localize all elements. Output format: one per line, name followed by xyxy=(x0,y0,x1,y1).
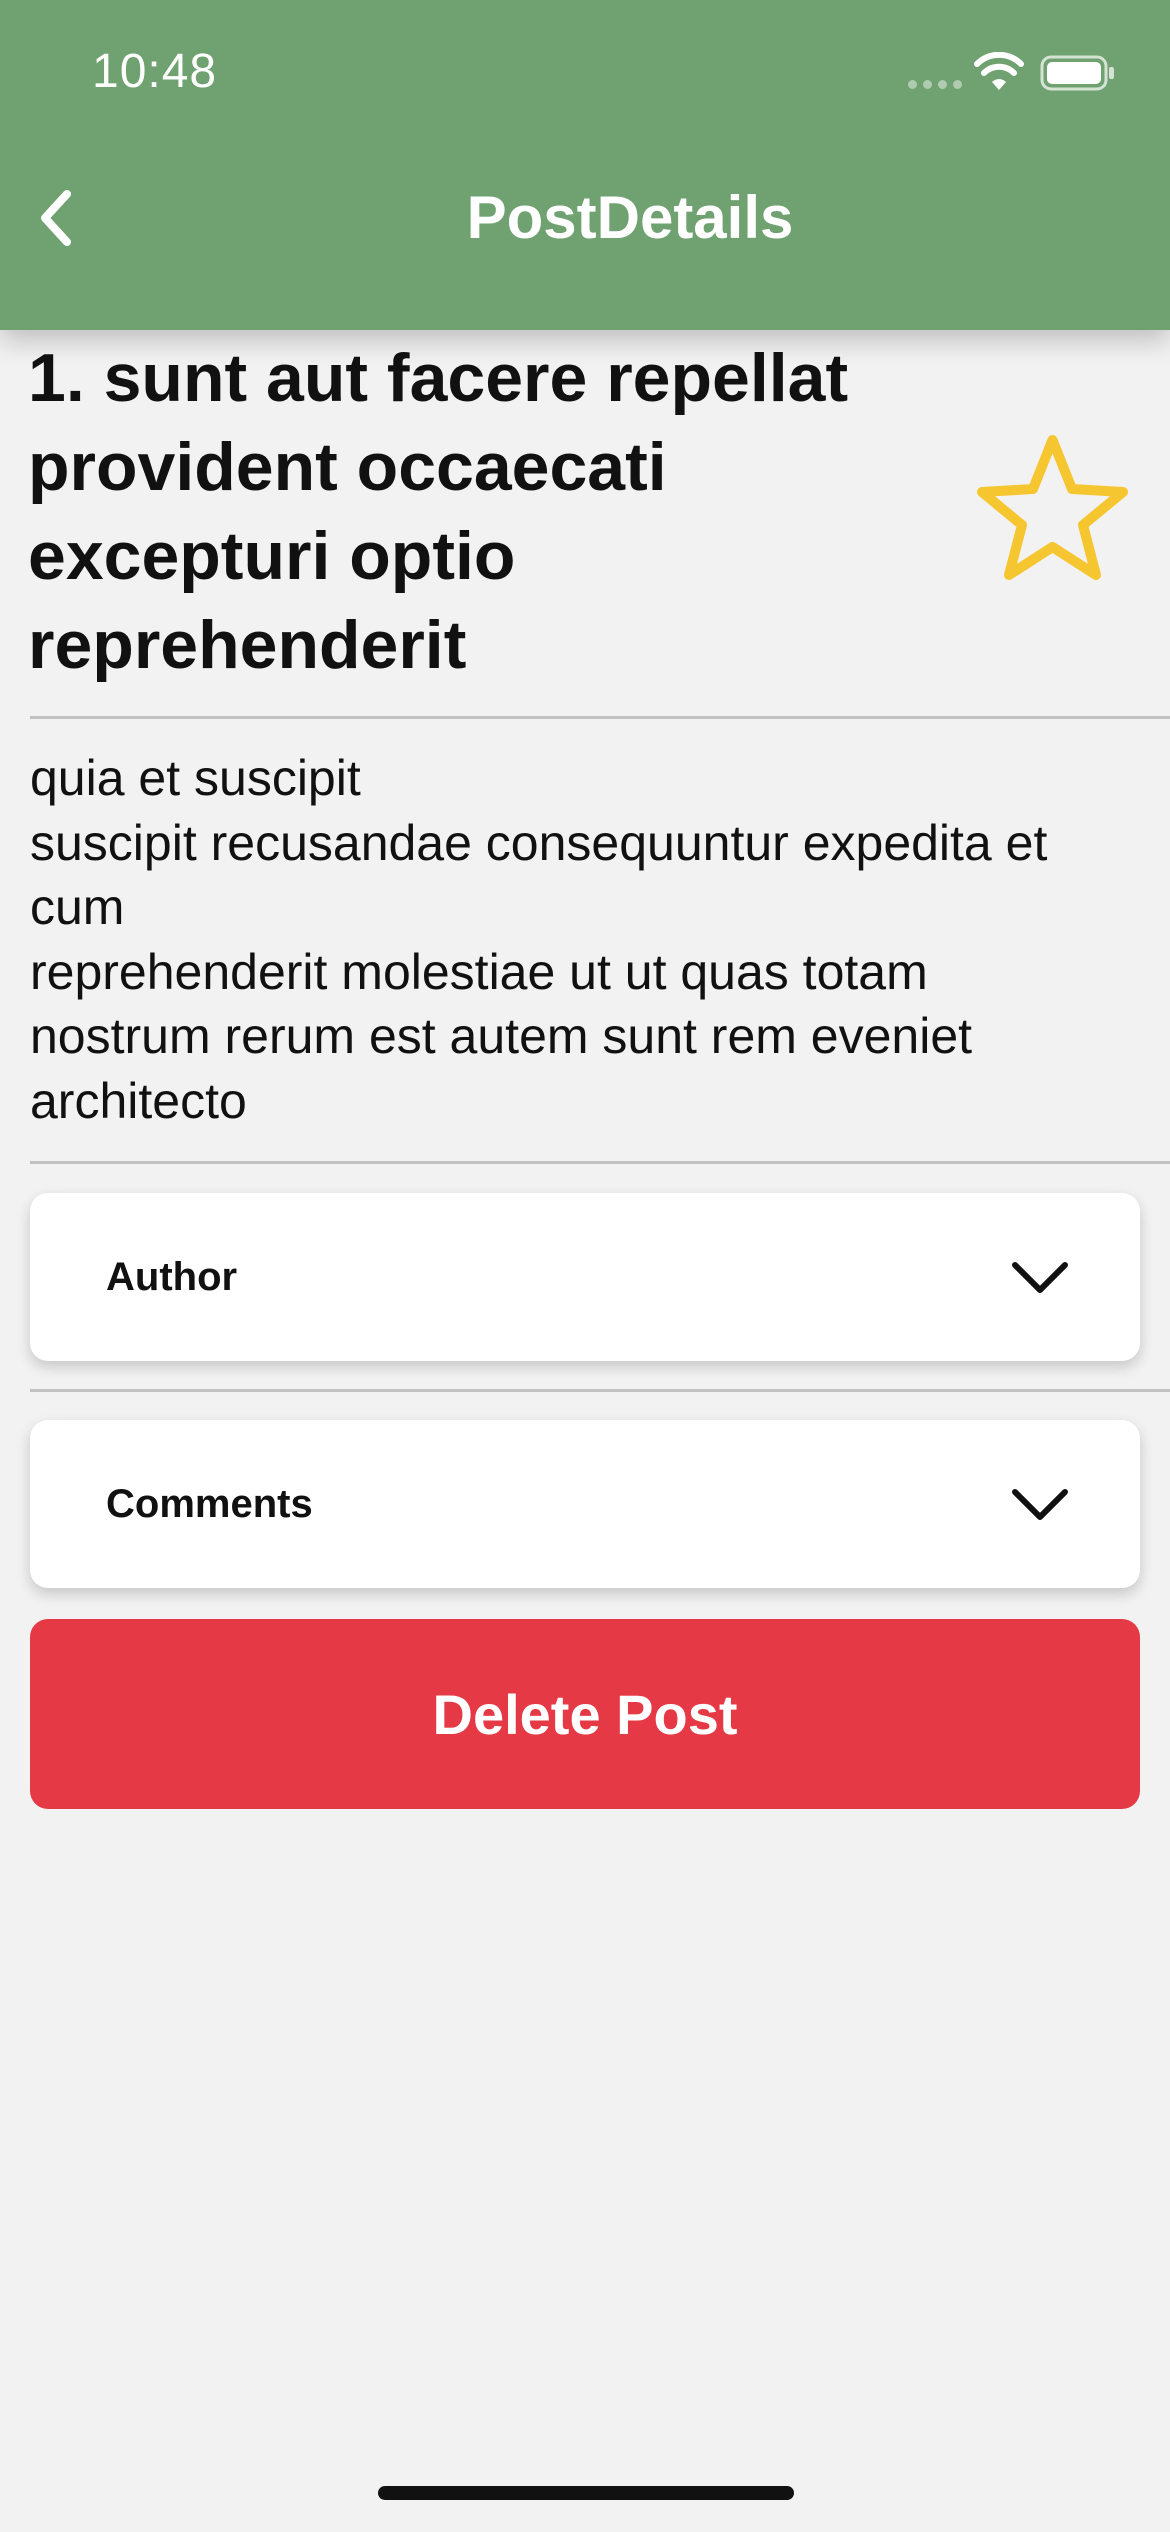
star-outline-icon xyxy=(977,435,1128,580)
cellular-signal-icon xyxy=(908,80,962,89)
delete-post-button[interactable]: Delete Post xyxy=(30,1619,1140,1809)
favorite-button[interactable] xyxy=(970,428,1135,593)
battery-icon xyxy=(1040,55,1114,91)
delete-post-label: Delete Post xyxy=(432,1682,738,1746)
navigation-header: 10:48 PostDetails xyxy=(0,0,1170,330)
section-divider xyxy=(30,1389,1170,1392)
page-title: PostDetails xyxy=(466,184,794,251)
author-section-toggle[interactable]: Author xyxy=(30,1193,1140,1361)
chevron-down-icon xyxy=(1012,1489,1068,1520)
post-body: quia et suscipit suscipit recusandae con… xyxy=(30,750,1048,1129)
status-time: 10:48 xyxy=(92,45,218,98)
home-indicator[interactable] xyxy=(378,2486,794,2500)
author-section-label: Author xyxy=(106,1254,238,1299)
body-divider xyxy=(30,1161,1170,1164)
comments-section-toggle[interactable]: Comments xyxy=(30,1420,1140,1588)
post-title: 1. sunt aut facere repellat provident oc… xyxy=(28,340,849,683)
wifi-icon xyxy=(974,52,1024,90)
post-details-screen: 10:48 PostDetails 1. sunt aut facere rep… xyxy=(0,0,1170,2532)
title-divider xyxy=(30,716,1170,719)
chevron-down-icon xyxy=(1012,1262,1068,1293)
comments-section-label: Comments xyxy=(106,1481,313,1526)
